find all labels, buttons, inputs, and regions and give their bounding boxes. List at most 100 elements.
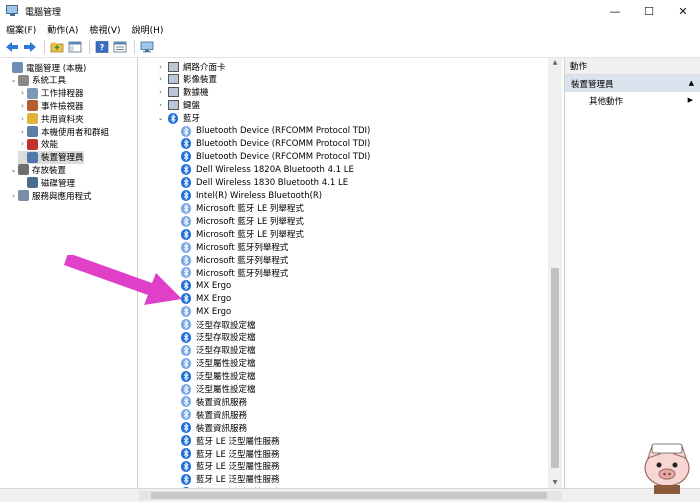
bluetooth-device-row[interactable]: Microsoft 藍牙列舉程式: [181, 254, 288, 267]
bluetooth-device-row[interactable]: Microsoft 藍牙 LE 列舉程式: [181, 202, 304, 215]
collapsed-chevron-icon[interactable]: ›: [156, 101, 165, 109]
menu-action[interactable]: 動作(A): [47, 23, 78, 36]
bluetooth-device-row[interactable]: 裝置資訊服務: [181, 421, 247, 434]
device-list-pane: ▲ ▼ › 網路介面卡 › 影像裝置 › 數據機 › 鍵盤 ⌄ 藍牙 Bluetooth Devic…: [139, 58, 562, 488]
collapsed-chevron-icon[interactable]: ›: [9, 192, 18, 200]
submenu-arrow-icon: ▶: [687, 96, 693, 104]
tree-item[interactable]: 裝置管理員: [18, 150, 84, 164]
collapsed-chevron-icon[interactable]: ›: [18, 140, 27, 148]
bluetooth-device-row[interactable]: Bluetooth Device (RFCOMM Protocol TDI): [181, 150, 370, 163]
close-button[interactable]: ✕: [666, 0, 700, 22]
tree-item[interactable]: › 服務與應用程式: [9, 189, 92, 202]
bluetooth-device-row[interactable]: 藍牙 LE 泛型屬性服務: [181, 473, 280, 486]
bluetooth-device-row[interactable]: 泛型存取設定檔: [181, 331, 256, 344]
tree-node-icon: [18, 74, 29, 86]
bluetooth-icon: [181, 409, 191, 421]
maximize-button[interactable]: ☐: [632, 0, 666, 22]
menu-help[interactable]: 說明(H): [132, 23, 164, 36]
bluetooth-device-row[interactable]: MX Ergo: [181, 292, 231, 305]
computer-icon[interactable]: [139, 39, 155, 55]
collapsed-chevron-icon[interactable]: ›: [156, 63, 165, 71]
bluetooth-device-row[interactable]: 藍牙 LE 泛型屬性服務: [181, 447, 280, 460]
forward-icon[interactable]: [22, 39, 38, 55]
collapsed-chevron-icon[interactable]: ›: [156, 88, 165, 96]
tree-item[interactable]: 磁碟管理: [18, 176, 75, 189]
expanded-chevron-icon[interactable]: ⌄: [9, 166, 18, 174]
show-hide-tree-icon[interactable]: [67, 39, 83, 55]
tree-node-icon: [18, 190, 29, 201]
tree-item[interactable]: › 共用資料夾: [18, 112, 84, 125]
help-icon[interactable]: ?: [94, 39, 110, 55]
collapsed-chevron-icon[interactable]: ›: [156, 75, 165, 83]
bluetooth-device-label: 藍牙 LE 泛型屬性服務: [196, 449, 280, 460]
bluetooth-device-row[interactable]: MX Ergo: [181, 279, 231, 292]
bluetooth-device-row[interactable]: 泛型屬性設定檔: [181, 357, 256, 370]
collapsed-chevron-icon[interactable]: ›: [18, 115, 27, 123]
bluetooth-device-row[interactable]: 裝置資訊服務: [181, 395, 247, 408]
scroll-down-arrow-icon[interactable]: ▼: [548, 478, 562, 488]
bluetooth-device-row[interactable]: 泛型存取設定檔: [181, 344, 256, 357]
bluetooth-device-row[interactable]: Dell Wireless 1830 Bluetooth 4.1 LE: [181, 176, 348, 189]
device-category-row[interactable]: › 鍵盤: [156, 99, 200, 112]
bluetooth-device-row[interactable]: MX Ergo: [181, 305, 231, 318]
more-actions-item[interactable]: 其他動作 ▶: [565, 92, 700, 109]
tree-item[interactable]: › 本機使用者和群組: [18, 125, 109, 138]
horizontal-scrollbar-thumb[interactable]: [151, 492, 547, 499]
tree-item-label: 本機使用者和群組: [41, 127, 110, 138]
bluetooth-device-row[interactable]: 藍牙 LE 泛型屬性服務: [181, 434, 280, 447]
bluetooth-device-row[interactable]: Microsoft 藍牙 LE 列舉程式: [181, 228, 304, 241]
bluetooth-device-label: Bluetooth Device (RFCOMM Protocol TDI): [196, 126, 371, 136]
device-category-row[interactable]: ⌄ 藍牙: [156, 112, 200, 125]
collapsed-chevron-icon[interactable]: ›: [18, 102, 27, 110]
bluetooth-device-row[interactable]: Microsoft 藍牙 LE 列舉程式: [181, 215, 304, 228]
menu-file[interactable]: 檔案(F): [6, 23, 36, 36]
actions-pane: 動作 裝置管理員 ▲ 其他動作 ▶: [564, 58, 700, 488]
back-icon[interactable]: [4, 39, 20, 55]
folder-up-icon[interactable]: [49, 39, 65, 55]
actions-section-device-manager[interactable]: 裝置管理員 ▲: [565, 75, 700, 92]
bluetooth-device-row[interactable]: Dell Wireless 1820A Bluetooth 4.1 LE: [181, 163, 354, 176]
expanded-chevron-icon[interactable]: ⌄: [156, 114, 165, 122]
bluetooth-device-row[interactable]: Microsoft 藍牙列舉程式: [181, 266, 288, 279]
bluetooth-device-label: Dell Wireless 1820A Bluetooth 4.1 LE: [196, 164, 354, 175]
vertical-scrollbar[interactable]: ▲ ▼: [548, 58, 562, 488]
device-category-label: 網路介面卡: [183, 62, 226, 73]
bluetooth-icon: [181, 164, 191, 176]
minimize-button[interactable]: —: [598, 0, 632, 22]
device-category-label: 數據機: [183, 88, 209, 99]
properties-icon[interactable]: [112, 39, 128, 55]
bluetooth-device-row[interactable]: 裝置資訊服務: [181, 408, 247, 421]
device-category-row[interactable]: › 影像裝置: [156, 73, 217, 86]
bluetooth-device-row[interactable]: Microsoft 藍牙列舉程式: [181, 241, 288, 254]
bluetooth-device-row[interactable]: 藍牙 LE 泛型屬性服務: [181, 460, 280, 473]
tree-item[interactable]: ⌄ 存放裝置: [9, 163, 66, 176]
tree-item[interactable]: › 效能: [18, 138, 58, 151]
tree-item[interactable]: 電腦管理 (本機): [3, 61, 86, 74]
bluetooth-device-label: Bluetooth Device (RFCOMM Protocol TDI): [196, 138, 371, 149]
bluetooth-device-row[interactable]: Bluetooth Device (RFCOMM Protocol TDI): [181, 125, 370, 138]
collapse-caret-icon[interactable]: ▲: [689, 79, 694, 87]
tree-node-icon: [27, 138, 38, 150]
window-controls: — ☐ ✕: [598, 0, 700, 22]
device-category-row[interactable]: › 網路介面卡: [156, 60, 226, 73]
menu-view[interactable]: 檢視(V): [89, 23, 120, 36]
bluetooth-device-row[interactable]: 泛型屬性設定檔: [181, 370, 256, 383]
horizontal-scrollbar[interactable]: [139, 491, 562, 500]
scroll-up-arrow-icon[interactable]: ▲: [548, 58, 562, 68]
tree-node-icon: [27, 87, 38, 99]
tree-item[interactable]: › 工作排程器: [18, 87, 84, 100]
bluetooth-icon: [168, 112, 178, 124]
bluetooth-device-label: 泛型存取設定檔: [196, 333, 256, 344]
bluetooth-device-row[interactable]: Intel(R) Wireless Bluetooth(R): [181, 189, 322, 202]
bluetooth-device-row[interactable]: 泛型存取設定檔: [181, 318, 256, 331]
bluetooth-device-row[interactable]: Bluetooth Device (RFCOMM Protocol TDI): [181, 137, 370, 150]
collapsed-chevron-icon[interactable]: ›: [18, 128, 27, 136]
expanded-chevron-icon[interactable]: ⌄: [9, 76, 18, 84]
device-category-row[interactable]: › 數據機: [156, 86, 209, 99]
tree-item[interactable]: ⌄ 系統工具: [9, 74, 66, 87]
bluetooth-device-row[interactable]: 泛型屬性設定檔: [181, 383, 256, 396]
collapsed-chevron-icon[interactable]: ›: [18, 89, 27, 97]
tree-item[interactable]: › 事件檢視器: [18, 99, 84, 112]
tree-item-label: 工作排程器: [41, 89, 84, 100]
scrollbar-thumb[interactable]: [551, 268, 559, 468]
